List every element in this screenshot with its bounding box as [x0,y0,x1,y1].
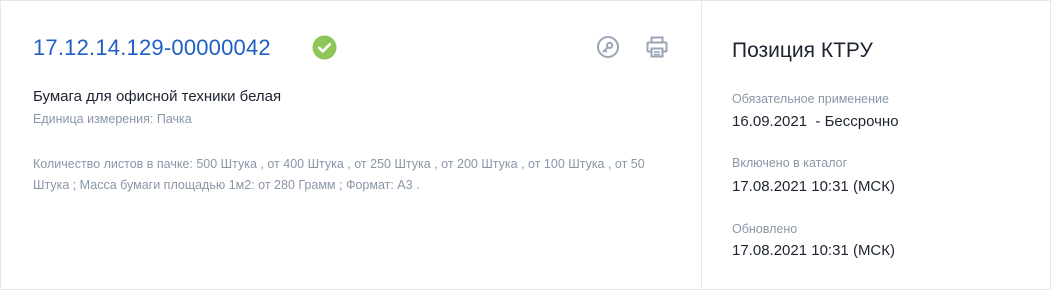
printer-icon[interactable] [645,35,669,59]
updated-value: 17.08.2021 10:31 (МСК) [732,242,896,259]
check-circle-icon [312,35,337,60]
item-name: Бумага для офисной техники белая [33,88,282,105]
unit-of-measure: Единица измерения: Пачка [33,112,192,126]
item-characteristics: Количество листов в пачке: 500 Штука , о… [33,157,645,192]
included-in-catalog-value: 17.08.2021 10:31 (МСК) [732,178,896,195]
included-in-catalog-label: Включено в каталог [732,156,848,170]
ktru-position-panel: Позиция КТРУ Обязательное применение 16.… [702,1,1050,289]
ktru-card: 17.12.14.129-00000042 Бумага для офисной… [0,0,1051,290]
ktru-position-title: Позиция КТРУ [732,39,873,62]
key-icon[interactable] [596,35,620,59]
mandatory-application-label: Обязательное применение [732,92,889,106]
mandatory-application-value: 16.09.2021 - Бессрочно [732,113,899,130]
item-main-panel: 17.12.14.129-00000042 Бумага для офисной… [1,1,701,289]
ktru-code-link[interactable]: 17.12.14.129-00000042 [33,35,271,61]
updated-label: Обновлено [732,222,798,236]
